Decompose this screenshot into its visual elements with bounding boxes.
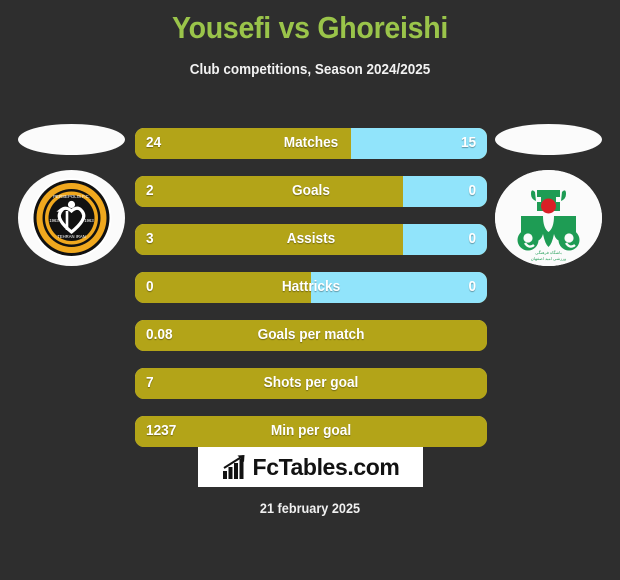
- stat-label: Goals: [292, 183, 330, 199]
- away-club-crest-icon: باشگاه فرهنگی ورزشی امید اصفهان: [495, 170, 602, 266]
- fctables-brand-text: FcTables.com: [252, 453, 400, 480]
- stat-bar-row: 0.08 Goals per match: [135, 320, 487, 351]
- svg-text:1963: 1963: [84, 218, 94, 223]
- stat-bar-row: 0 Hattricks 0: [135, 272, 487, 303]
- stat-bar-row: 1237 Min per goal: [135, 416, 487, 447]
- stat-bars-list: 24 Matches 15 2 Goals 0 3 Assists 0 0 Hattricks 0 0.…: [135, 128, 487, 464]
- stat-label: Goals per match: [257, 327, 365, 343]
- stat-away-value: 0: [468, 279, 476, 295]
- stat-comparison-page: Yousefi vs Ghoreishi Club competitions, …: [0, 0, 620, 580]
- stat-label: Matches: [283, 135, 339, 151]
- svg-text:TEHRAN IRAN: TEHRAN IRAN: [57, 234, 85, 239]
- home-badge-placeholder: [18, 124, 125, 155]
- fctables-logo[interactable]: FcTables.com: [198, 447, 423, 487]
- svg-text:PERSEPOLIS F.C.: PERSEPOLIS F.C.: [53, 194, 90, 199]
- stat-away-value: 15: [460, 135, 476, 151]
- page-subtitle: Club competitions, Season 2024/2025: [189, 62, 431, 78]
- report-date: 21 february 2025: [259, 501, 361, 516]
- svg-text:ورزشی امید اصفهان: ورزشی امید اصفهان: [531, 256, 566, 261]
- stat-bar-row: 7 Shots per goal: [135, 368, 487, 399]
- page-title: Yousefi vs Ghoreishi: [171, 10, 449, 45]
- stat-bar-row: 24 Matches 15: [135, 128, 487, 159]
- away-club-badge: باشگاه فرهنگی ورزشی امید اصفهان: [495, 170, 602, 266]
- svg-text:باشگاه فرهنگی: باشگاه فرهنگی: [535, 250, 561, 255]
- home-club-badge: PERSEPOLIS F.C. TEHRAN IRAN 1963 1963: [18, 170, 125, 266]
- stat-label: Assists: [286, 231, 336, 247]
- stat-away-value: 0: [468, 183, 476, 199]
- away-badge-placeholder: [495, 124, 602, 155]
- stat-bar-row: 2 Goals 0: [135, 176, 487, 207]
- bar-chart-growth-icon: [222, 455, 245, 479]
- stat-bar-row: 3 Assists 0: [135, 224, 487, 255]
- stat-label: Min per goal: [270, 423, 352, 439]
- stat-label: Shots per goal: [263, 375, 359, 391]
- svg-text:1963: 1963: [49, 218, 59, 223]
- stat-away-value: 0: [468, 231, 476, 247]
- home-club-crest-icon: PERSEPOLIS F.C. TEHRAN IRAN 1963 1963: [31, 178, 112, 258]
- stat-label: Hattricks: [281, 279, 341, 295]
